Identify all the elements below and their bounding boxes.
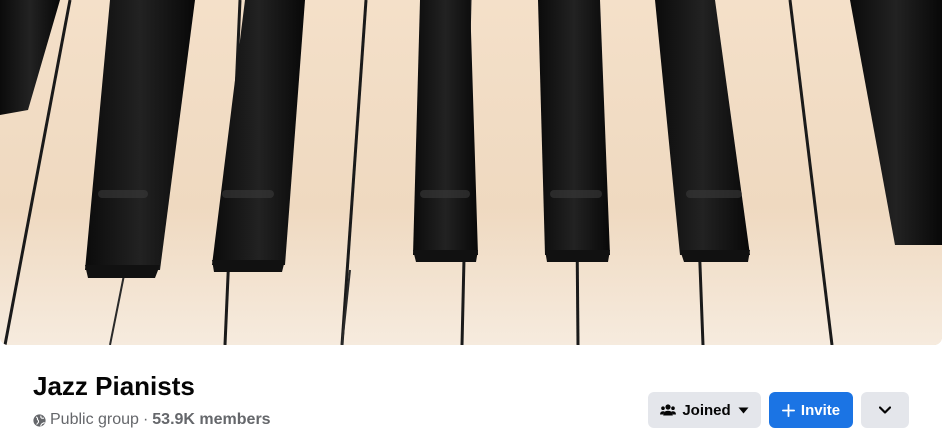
members-count[interactable]: 53.9K members: [152, 411, 270, 429]
invite-label: Invite: [800, 401, 841, 419]
plus-icon: [781, 403, 795, 417]
privacy-label[interactable]: Public group: [50, 411, 139, 429]
joined-button[interactable]: Joined: [648, 392, 761, 428]
globe-icon: [33, 413, 46, 427]
cover-photo[interactable]: [0, 0, 942, 345]
group-header: Jazz Pianists Public group · 53.9K membe…: [0, 345, 942, 445]
more-options-button[interactable]: [861, 392, 909, 428]
chevron-down-icon: [879, 406, 891, 414]
piano-keys-image: [0, 0, 942, 345]
group-name[interactable]: Jazz Pianists: [33, 371, 195, 402]
joined-label: Joined: [682, 401, 731, 419]
group-members-icon: [660, 403, 677, 417]
meta-separator: ·: [142, 411, 149, 428]
group-meta: Public group · 53.9K members: [33, 411, 271, 429]
invite-button[interactable]: Invite: [769, 392, 853, 428]
caret-down-icon: [738, 407, 749, 414]
